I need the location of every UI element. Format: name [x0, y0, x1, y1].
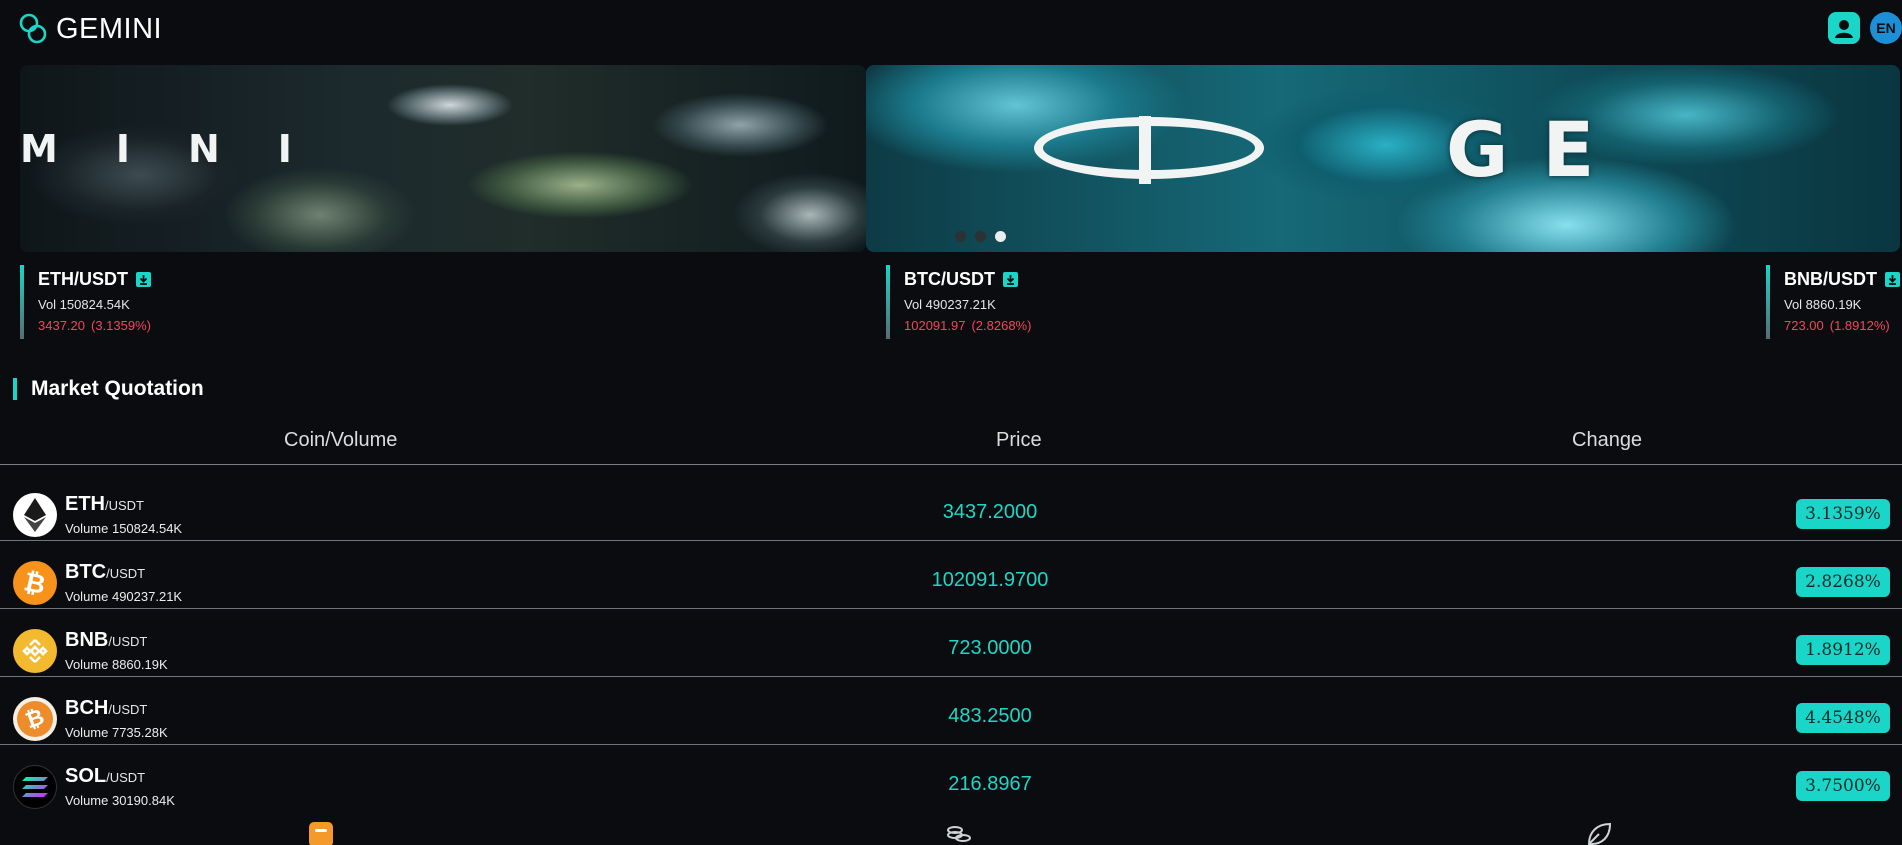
- ticker-price: 3437.20: [38, 318, 85, 333]
- column-header-coin[interactable]: Coin/Volume: [284, 429, 397, 452]
- ticker-change: (3.1359%): [91, 318, 151, 333]
- column-header-change[interactable]: Change: [1572, 429, 1642, 452]
- coin-volume: Volume 30190.84K: [65, 793, 175, 808]
- eth-icon: [13, 493, 57, 537]
- coin-pair: /USDT: [106, 770, 146, 785]
- user-button[interactable]: [1828, 12, 1860, 44]
- ticker-card[interactable]: BNB/USDT Vol 8860.19K 723.00 (1.8912%): [1766, 265, 1900, 339]
- coin-symbol: ETH: [65, 493, 105, 515]
- ticker-volume: Vol 8860.19K: [1784, 297, 1862, 312]
- ticker-change: (1.8912%): [1829, 318, 1890, 333]
- section-title: Market Quotation: [31, 377, 204, 400]
- coin-price: 216.8967: [948, 773, 1032, 795]
- carousel-dots: [955, 231, 1006, 242]
- coin-symbol: BTC: [65, 561, 107, 583]
- coin-volume: Volume 7735.28K: [65, 725, 168, 740]
- change-badge[interactable]: 3.1359%: [1796, 499, 1890, 529]
- banner-logo-graphic: [1034, 116, 1264, 184]
- download-icon: [1003, 271, 1018, 287]
- carousel-dot[interactable]: [955, 231, 966, 242]
- store-icon[interactable]: [307, 820, 337, 845]
- brand-logo[interactable]: GEMINI: [18, 12, 162, 46]
- banner-slide[interactable]: MINI: [20, 65, 866, 252]
- market-row[interactable]: ₿ BTC/USDT Volume 490237.21K 102091.9700…: [0, 541, 1902, 609]
- ticker-card[interactable]: ETH/USDT Vol 150824.54K 3437.20 (3.1359%): [20, 265, 151, 339]
- coin-volume: Volume 8860.19K: [65, 657, 168, 672]
- ticker-volume: Vol 490237.21K: [904, 297, 996, 312]
- change-badge[interactable]: 4.4548%: [1796, 703, 1890, 733]
- header-actions: EN: [1828, 12, 1902, 44]
- coin-price: 102091.9700: [931, 569, 1049, 591]
- coin-symbol: SOL: [65, 765, 107, 787]
- market-table-header: Coin/Volume Price Change: [0, 425, 1902, 465]
- coin-price: 483.2500: [948, 705, 1032, 727]
- section-accent-bar: [13, 378, 17, 400]
- bnb-icon: [13, 629, 57, 673]
- coin-volume: Volume 490237.21K: [65, 589, 183, 604]
- market-row[interactable]: SOL/USDT Volume 30190.84K 216.8967 3.750…: [0, 745, 1902, 813]
- ticker-price: 723.00: [1784, 318, 1824, 333]
- ticker-card[interactable]: BTC/USDT Vol 490237.21K 102091.97 (2.8268…: [886, 265, 1032, 339]
- coin-pair: /USDT: [105, 498, 144, 513]
- banner-carousel[interactable]: MINI GE: [20, 65, 1900, 252]
- coins-icon[interactable]: [945, 820, 975, 845]
- coin-symbol: BCH: [65, 697, 109, 719]
- ticker-symbol: BTC/USDT: [904, 268, 995, 289]
- header: GEMINI EN: [0, 0, 1902, 62]
- market-row[interactable]: ETH/USDT Volume 150824.54K 3437.2000 3.1…: [0, 473, 1902, 541]
- carousel-dot-active[interactable]: [995, 231, 1006, 242]
- bch-icon: ₿: [13, 697, 57, 741]
- gemini-logo-icon: [19, 13, 47, 44]
- coin-pair: /USDT: [106, 566, 146, 581]
- language-button[interactable]: EN: [1870, 12, 1902, 44]
- change-badge[interactable]: 3.7500%: [1796, 771, 1890, 801]
- banner-slide-text: MINI: [20, 127, 350, 171]
- leaf-icon[interactable]: [1585, 820, 1615, 845]
- market-row[interactable]: BNB/USDT Volume 8860.19K 723.0000 1.8912…: [0, 609, 1902, 677]
- sol-icon: [13, 765, 57, 809]
- download-icon: [1885, 271, 1900, 287]
- change-badge[interactable]: 1.8912%: [1796, 635, 1890, 665]
- market-row[interactable]: ₿ BCH/USDT Volume 7735.28K 483.2500 4.45…: [0, 677, 1902, 745]
- banner-slide-text: GE: [1446, 105, 1629, 194]
- ticker-symbol: BNB/USDT: [1784, 268, 1877, 289]
- ticker-symbol: ETH/USDT: [38, 268, 128, 289]
- ticker-volume: Vol 150824.54K: [38, 297, 130, 312]
- coin-pair: /USDT: [108, 702, 148, 717]
- coin-volume: Volume 150824.54K: [65, 521, 183, 536]
- bottom-nav: [0, 818, 1902, 845]
- coin-price: 3437.2000: [942, 501, 1038, 523]
- change-badge[interactable]: 2.8268%: [1796, 567, 1890, 597]
- download-icon: [136, 271, 151, 287]
- column-header-price[interactable]: Price: [996, 429, 1042, 452]
- brand-name: GEMINI: [56, 12, 163, 45]
- coin-pair: /USDT: [108, 634, 148, 649]
- ticker-price: 102091.97: [904, 318, 966, 333]
- banner-slide[interactable]: GE: [866, 65, 1900, 252]
- ticker-change: (2.8268%): [971, 318, 1032, 333]
- section-header: Market Quotation: [13, 377, 204, 400]
- coin-symbol: BNB: [65, 629, 109, 651]
- coin-price: 723.0000: [948, 637, 1032, 659]
- app-root: GEMINI EN MINI GE ETH/USDT Vol 150824.54…: [0, 0, 1902, 845]
- btc-icon: ₿: [13, 561, 57, 605]
- user-icon: [1835, 20, 1853, 38]
- carousel-dot[interactable]: [975, 231, 986, 242]
